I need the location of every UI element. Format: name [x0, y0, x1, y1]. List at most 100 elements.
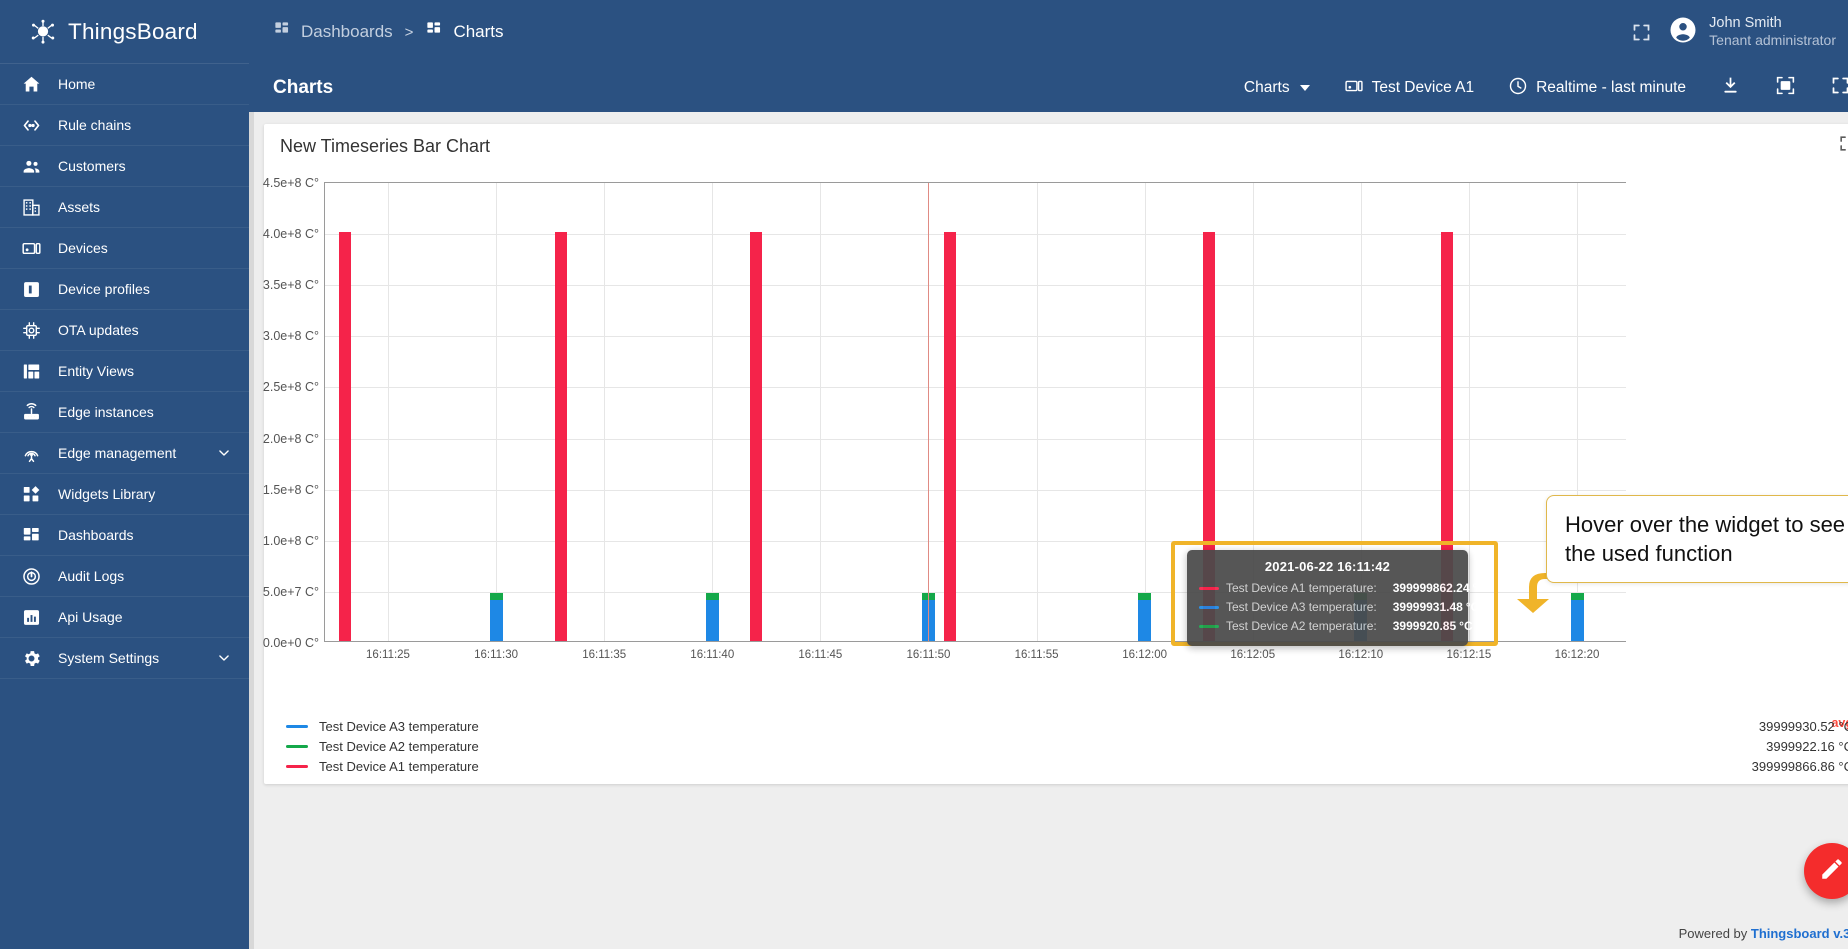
x-axis-tick-label: 16:12:20 — [1555, 649, 1600, 661]
gridline-vertical — [496, 183, 497, 641]
breadcrumb-label-dashboards: Dashboards — [301, 22, 393, 42]
x-axis-tick-label: 16:12:00 — [1122, 649, 1167, 661]
dashboard-state-label: Charts — [1244, 79, 1290, 97]
footer-prefix: Powered by — [1679, 926, 1751, 941]
sidebar-item-devices[interactable]: Devices — [0, 228, 249, 269]
sidebar-item-system-settings[interactable]: System Settings — [0, 638, 249, 679]
system-settings-icon — [20, 647, 42, 669]
device-profiles-icon — [20, 278, 42, 300]
gridline-vertical — [820, 183, 821, 641]
chevron-down-icon[interactable] — [217, 651, 231, 665]
tooltip-series-label: Test Device A1 temperature: — [1226, 579, 1377, 598]
sidebar-item-dashboards[interactable]: Dashboards — [0, 515, 249, 556]
chart-bar-a2[interactable] — [706, 593, 719, 600]
sidebar-item-audit-logs[interactable]: Audit Logs — [0, 556, 249, 597]
footer-link[interactable]: Thingsboard v.3.3.0 — [1751, 926, 1848, 941]
content-scrollbar[interactable] — [249, 112, 254, 949]
edit-dashboard-fab[interactable] — [1804, 843, 1848, 899]
gridline-horizontal — [325, 285, 1626, 286]
gridline-vertical — [604, 183, 605, 641]
chart-bar-a1[interactable] — [750, 232, 762, 641]
chart-bar-a2[interactable] — [1138, 593, 1151, 600]
export-image-button[interactable] — [1758, 68, 1813, 108]
tooltip-rows: Test Device A1 temperature:399999862.24°… — [1199, 579, 1456, 636]
thingsboard-logo-icon — [28, 17, 58, 47]
tooltip-row: Test Device A3 temperature:39999931.48°C — [1199, 598, 1456, 617]
widget-fullscreen-button[interactable] — [1838, 134, 1848, 158]
breadcrumb-item-dashboards[interactable]: Dashboards — [273, 20, 393, 44]
legend-series-label: Test Device A1 temperature — [319, 759, 479, 774]
breadcrumb-label-charts: Charts — [453, 22, 503, 42]
sidebar: ThingsBoard Home Rule chains CustomersAsse… — [0, 0, 249, 949]
widget-header: New Timeseries Bar Chart — [264, 124, 1848, 168]
tooltip-series-unit: °C — [1459, 617, 1472, 636]
sidebar-item-label: Devices — [58, 240, 108, 256]
gridline-horizontal — [325, 490, 1626, 491]
timewindow-label: Realtime - last minute — [1536, 79, 1686, 97]
chart-bar-a3[interactable] — [706, 600, 719, 641]
sidebar-item-label: Edge management — [58, 445, 176, 461]
chart-bar-a1[interactable] — [339, 232, 351, 641]
tooltip-date: 2021-06-22 16:11:42 — [1199, 559, 1456, 574]
download-button[interactable] — [1703, 68, 1758, 108]
toolbar-actions: Charts Test Device A1 — [1227, 68, 1848, 108]
fullscreen-icon[interactable] — [1631, 22, 1652, 43]
chart-cursor-line — [928, 183, 929, 641]
legend-series-color[interactable] — [286, 745, 308, 748]
sidebar-item-api-usage[interactable]: Api Usage — [0, 597, 249, 638]
x-axis-tick-label: 16:11:45 — [798, 649, 842, 661]
chart-bar-a1[interactable] — [555, 232, 567, 641]
sidebar-item-assets[interactable]: Assets — [0, 187, 249, 228]
sidebar-item-label: Rule chains — [58, 117, 131, 133]
chart-bar-a3[interactable] — [490, 600, 503, 641]
breadcrumb-separator: > — [403, 24, 416, 41]
rule-chains-icon — [20, 114, 42, 136]
tooltip-series-label: Test Device A3 temperature: — [1226, 598, 1377, 617]
legend-item[interactable]: Test Device A1 temperature399999866.86 °… — [286, 756, 1848, 776]
gridline-horizontal — [325, 387, 1626, 388]
sidebar-item-customers[interactable]: Customers — [0, 146, 249, 187]
sidebar-item-ota-updates[interactable]: OTA updates — [0, 310, 249, 351]
home-icon — [20, 73, 42, 95]
sidebar-item-label: Api Usage — [58, 609, 123, 625]
legend-rows: Test Device A3 temperature39999930.52 °C… — [286, 716, 1848, 776]
chart-bar-a1[interactable] — [944, 232, 956, 641]
chart-bar-a3[interactable] — [1138, 600, 1151, 641]
gridline-horizontal — [325, 336, 1626, 337]
sidebar-item-label: Audit Logs — [58, 568, 124, 584]
x-axis-tick-label: 16:11:35 — [582, 649, 626, 661]
breadcrumb-item-charts[interactable]: Charts — [425, 20, 503, 44]
sidebar-item-edge-management[interactable]: Edge management — [0, 433, 249, 474]
api-usage-icon — [20, 606, 42, 628]
entity-alias-selector[interactable]: Test Device A1 — [1327, 68, 1492, 108]
callout-tip: Hover over the widget to see entity valu… — [1546, 495, 1848, 583]
chart-legend: avg Test Device A3 temperature39999930.5… — [264, 716, 1848, 784]
timewindow-selector[interactable]: Realtime - last minute — [1491, 68, 1703, 108]
tooltip-row: Test Device A2 temperature:3999920.85°C — [1199, 617, 1456, 636]
legend-item[interactable]: Test Device A3 temperature39999930.52 °C — [286, 716, 1848, 736]
dashboard-states-selector[interactable]: Charts — [1227, 68, 1327, 108]
top-bar-actions: John Smith Tenant administrator — [1631, 14, 1848, 50]
sidebar-item-entity-views[interactable]: Entity Views — [0, 351, 249, 392]
sidebar-item-edge-instances[interactable]: Edge instances — [0, 392, 249, 433]
sidebar-item-label: Entity Views — [58, 363, 134, 379]
chevron-down-icon[interactable] — [217, 446, 231, 460]
gridline-horizontal — [325, 439, 1626, 440]
brand: ThingsBoard — [0, 0, 249, 64]
gridline-horizontal — [325, 234, 1626, 235]
user-menu[interactable]: John Smith Tenant administrator — [1668, 14, 1836, 50]
devices-icon — [20, 237, 42, 259]
sidebar-item-home[interactable]: Home — [0, 64, 249, 105]
legend-series-color[interactable] — [286, 725, 308, 728]
legend-item[interactable]: Test Device A2 temperature3999922.16 °C — [286, 736, 1848, 756]
chart-bar-a2[interactable] — [490, 593, 503, 600]
x-axis-tick-label: 16:11:50 — [906, 649, 950, 661]
sidebar-item-label: System Settings — [58, 650, 159, 666]
sidebar-item-widgets-library[interactable]: Widgets Library — [0, 474, 249, 515]
gridline-vertical — [1037, 183, 1038, 641]
widget-title: New Timeseries Bar Chart — [280, 136, 490, 157]
sidebar-item-device-profiles[interactable]: Device profiles — [0, 269, 249, 310]
dashboard-fullscreen-button[interactable] — [1813, 68, 1848, 108]
legend-series-color[interactable] — [286, 765, 308, 768]
sidebar-item-rule-chains[interactable]: Rule chains — [0, 105, 249, 146]
